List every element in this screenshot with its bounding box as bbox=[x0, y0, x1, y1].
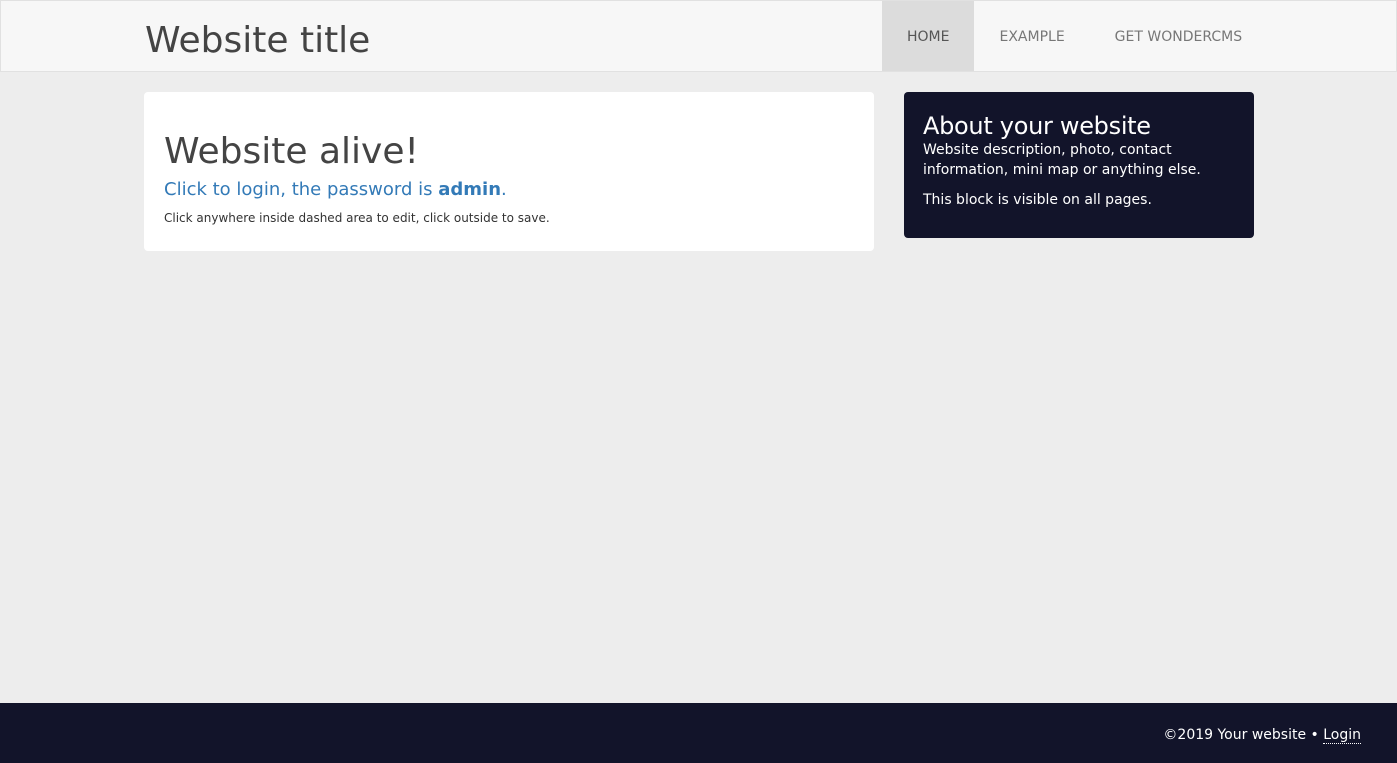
nav-link-example[interactable]: EXAMPLE bbox=[974, 1, 1089, 71]
password-text: admin bbox=[438, 179, 502, 200]
page-heading: Website alive! bbox=[164, 131, 419, 172]
edit-hint: Click anywhere inside dashed area to edi… bbox=[164, 211, 550, 225]
about-heading: About your website bbox=[923, 112, 1151, 140]
footer-login-link[interactable]: Login bbox=[1323, 727, 1361, 744]
about-note: This block is visible on all pages. bbox=[923, 192, 1152, 208]
nav-item-home: HOME bbox=[882, 1, 975, 71]
copyright-text: ©2019 Your website • bbox=[1163, 727, 1324, 743]
about-description: Website description, photo, contact info… bbox=[923, 142, 1201, 178]
nav-link-home[interactable]: HOME bbox=[882, 1, 975, 71]
main-nav: HOME EXAMPLE GET WONDERCMS bbox=[882, 1, 1267, 71]
login-prefix-text: Click to login, the password is bbox=[164, 179, 439, 200]
navbar: Website title HOME EXAMPLE GET WONDERCMS bbox=[0, 0, 1397, 72]
login-suffix-text: . bbox=[501, 179, 507, 200]
nav-item-example: EXAMPLE bbox=[974, 1, 1089, 71]
site-title[interactable]: Website title bbox=[145, 19, 370, 63]
nav-item-get-wondercms: GET WONDERCMS bbox=[1090, 1, 1267, 71]
login-link[interactable]: Click to login, the password is admin. bbox=[164, 178, 507, 202]
footer-text: ©2019 Your website • Login bbox=[1163, 725, 1361, 745]
nav-link-get-wondercms[interactable]: GET WONDERCMS bbox=[1090, 1, 1267, 71]
about-block: About your website Website description, … bbox=[904, 92, 1254, 238]
footer: ©2019 Your website • Login bbox=[0, 703, 1397, 763]
main-content: Website alive! Click to login, the passw… bbox=[144, 92, 874, 251]
